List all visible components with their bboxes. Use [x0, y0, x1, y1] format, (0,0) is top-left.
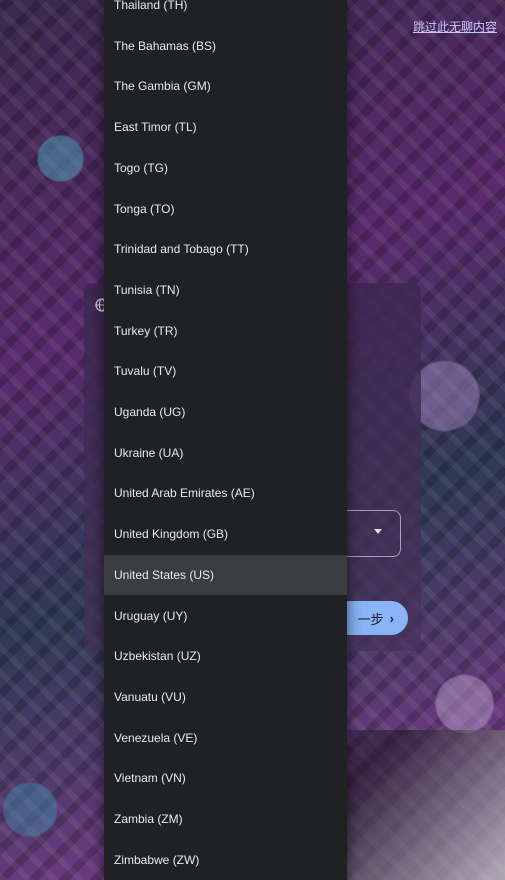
dropdown-option[interactable]: Vanuatu (VU) [104, 677, 347, 717]
dropdown-option[interactable]: Ukraine (UA) [104, 433, 347, 473]
dropdown-option[interactable]: United States (US) [104, 554, 347, 595]
dropdown-option[interactable]: United Kingdom (GB) [104, 514, 347, 554]
country-dropdown-list[interactable]: Thailand (TH) The Bahamas (BS) The Gambia … [104, 0, 347, 880]
dropdown-option[interactable]: Turkey (TR) [104, 311, 347, 351]
dropdown-option[interactable]: Zambia (ZM) [104, 799, 347, 839]
dropdown-option[interactable]: The Bahamas (BS) [104, 26, 347, 66]
dropdown-option[interactable]: Uganda (UG) [104, 392, 347, 432]
dropdown-option[interactable]: Tuvalu (TV) [104, 351, 347, 391]
caret-down-icon [374, 529, 382, 534]
dropdown-option[interactable]: Vietnam (VN) [104, 758, 347, 798]
chevron-right-icon: › [389, 610, 394, 626]
dropdown-option[interactable]: Tonga (TO) [104, 189, 347, 229]
dropdown-option[interactable]: Uruguay (UY) [104, 596, 347, 636]
dropdown-option[interactable]: Thailand (TH) [104, 0, 347, 25]
dropdown-option[interactable]: The Gambia (GM) [104, 66, 347, 106]
dropdown-option[interactable]: Uzbekistan (UZ) [104, 636, 347, 676]
dropdown-option[interactable]: Venezuela (VE) [104, 718, 347, 758]
skip-link[interactable]: 跳过此无聊内容 [413, 18, 497, 35]
dropdown-option[interactable]: Zimbabwe (ZW) [104, 840, 347, 880]
dropdown-option[interactable]: Tunisia (TN) [104, 270, 347, 310]
dropdown-option[interactable]: Trinidad and Tobago (TT) [104, 229, 347, 269]
dropdown-option[interactable]: East Timor (TL) [104, 107, 347, 147]
dropdown-option[interactable]: United Arab Emirates (AE) [104, 473, 347, 513]
next-button-label: 一步 [357, 611, 384, 627]
dropdown-option[interactable]: Togo (TG) [104, 148, 347, 188]
